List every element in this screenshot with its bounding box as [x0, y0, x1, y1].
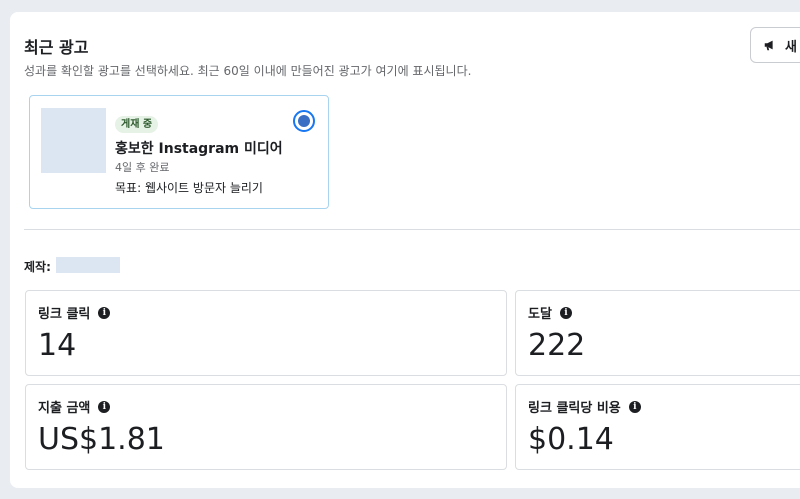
ad-card[interactable]: 게재 중 홍보한 Instagram 미디어 4일 후 완료 목표: 웹사이트 … — [29, 95, 329, 209]
page-title: 최근 광고 — [24, 38, 89, 57]
info-icon[interactable]: i — [98, 400, 111, 413]
metric-label: 링크 클릭 i — [38, 303, 111, 322]
metric-label-text: 링크 클릭당 비용 — [528, 401, 621, 416]
metric-label: 지출 금액 i — [38, 397, 111, 416]
metric-value: US$1.81 — [38, 422, 165, 457]
metric-card-reach: 도달 i 222 — [515, 290, 800, 376]
recent-ads-panel: 최근 광고 성과를 확인할 광고를 선택하세요. 최근 60일 이내에 만들어진… — [10, 12, 800, 488]
ad-meta: 4일 후 완료 — [115, 161, 170, 174]
metric-value: 222 — [528, 328, 586, 363]
ad-goal: 목표: 웹사이트 방문자 늘리기 — [115, 181, 263, 195]
metric-card-link-clicks: 링크 클릭 i 14 — [25, 290, 507, 376]
metric-label: 링크 클릭당 비용 i — [528, 397, 641, 416]
info-icon[interactable]: i — [559, 306, 572, 319]
metric-label-text: 링크 클릭 — [38, 307, 91, 322]
metric-value: 14 — [38, 328, 77, 363]
section-divider — [24, 229, 800, 230]
ad-select-radio[interactable] — [293, 110, 315, 132]
metric-card-amount-spent: 지출 금액 i US$1.81 — [25, 384, 507, 470]
ad-name: 홍보한 Instagram 미디어 — [115, 141, 283, 157]
ad-thumbnail — [41, 108, 106, 173]
metric-label: 도달 i — [528, 303, 572, 322]
metric-label-text: 도달 — [528, 307, 552, 322]
status-badge: 게재 중 — [115, 116, 159, 133]
metric-value: $0.14 — [528, 422, 614, 457]
info-icon[interactable]: i — [628, 400, 641, 413]
info-icon[interactable]: i — [98, 306, 111, 319]
megaphone-icon — [764, 40, 773, 51]
radio-selected-dot — [298, 115, 310, 127]
new-ad-button[interactable]: 새 — [750, 27, 800, 63]
new-ad-button-label: 새 — [785, 39, 797, 55]
page-subtitle: 성과를 확인할 광고를 선택하세요. 최근 60일 이내에 만들어진 광고가 여… — [24, 64, 472, 78]
creator-value — [56, 257, 120, 273]
creator-label: 제작: — [24, 260, 51, 274]
metric-label-text: 지출 금액 — [38, 401, 91, 416]
metric-card-cost-per-link-click: 링크 클릭당 비용 i $0.14 — [515, 384, 800, 470]
